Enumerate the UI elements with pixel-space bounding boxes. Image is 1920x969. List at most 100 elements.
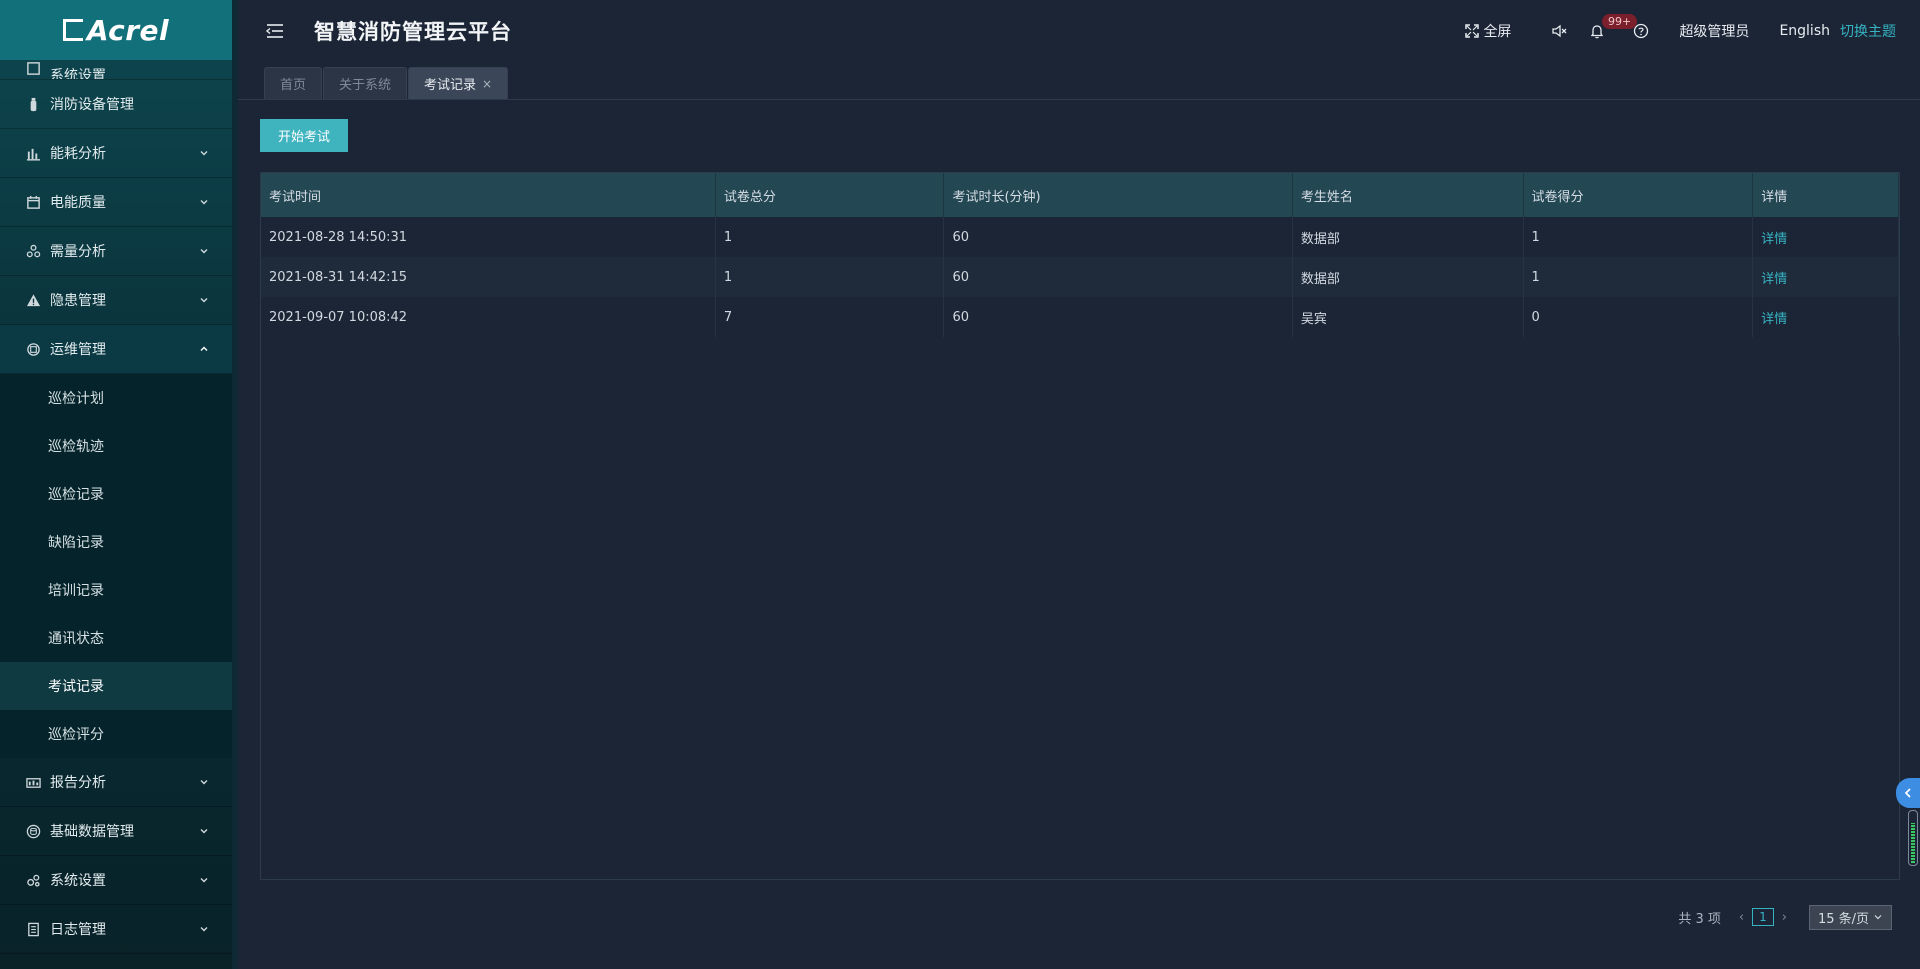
chevron-left-icon (1904, 788, 1911, 798)
sidebar-subitem-inspection-score[interactable]: 巡检评分 (0, 710, 232, 758)
cell-score: 1 (1523, 217, 1754, 257)
sidebar-subitem-defect-record[interactable]: 缺陷记录 (0, 518, 232, 566)
cell-score: 1 (1523, 257, 1754, 297)
sidebar-subitem-inspection-plan[interactable]: 巡检计划 (0, 374, 232, 422)
sidebar-item-label: 基础数据管理 (50, 824, 134, 840)
close-icon[interactable]: × (482, 77, 492, 91)
sidebar-subitem-training-record[interactable]: 培训记录 (0, 566, 232, 614)
level-indicator-fill (1911, 822, 1915, 863)
bar-chart-icon (24, 144, 42, 162)
logo: Acrel (0, 0, 232, 60)
start-exam-button[interactable]: 开始考试 (260, 119, 348, 152)
detail-link[interactable]: 详情 (1752, 217, 1899, 257)
column-header-detail: 详情 (1752, 173, 1899, 217)
warning-icon (24, 291, 42, 309)
menu-collapse-icon[interactable] (264, 20, 286, 42)
side-panel-toggle-button[interactable] (1896, 778, 1920, 808)
page-size-value: 15 条/页 (1817, 911, 1869, 927)
cell-exam-time: 2021-08-31 14:42:15 (261, 257, 716, 297)
acrel-logo-mark-icon (62, 19, 83, 41)
column-header-duration: 考试时长(分钟) (943, 173, 1293, 217)
sidebar: Acrel 系统设置 消防设备管理 能耗分析 电能质量 需量分析 隐患管理 运维… (0, 0, 238, 969)
speaker-mute-icon (1552, 24, 1567, 38)
fullscreen-label: 全屏 (1483, 24, 1512, 40)
user-name[interactable]: 超级管理员 (1679, 21, 1749, 41)
prev-page-icon[interactable]: ‹ (1739, 910, 1744, 925)
sidebar-item-hazard[interactable]: 隐患管理 (0, 276, 232, 325)
sidebar-item-demand[interactable]: 需量分析 (0, 227, 232, 276)
detail-link[interactable]: 详情 (1752, 297, 1899, 337)
exam-record-table: 考试时间 试卷总分 考试时长(分钟) 考生姓名 试卷得分 详情 2021-08-… (260, 172, 1900, 880)
sidebar-item-partial[interactable]: 系统设置 (0, 60, 232, 80)
chevron-up-icon (200, 346, 208, 351)
chevron-down-icon (200, 780, 208, 785)
fullscreen-icon (1465, 24, 1480, 38)
tab-label: 关于系统 (339, 78, 392, 93)
column-header-total-score: 试卷总分 (715, 173, 945, 217)
sidebar-subitem-communication-status[interactable]: 通讯状态 (0, 614, 232, 662)
tab-home[interactable]: 首页 (264, 67, 323, 99)
pagination: 共 3 项 ‹ 1 › 15 条/页 (1678, 904, 1892, 930)
maintenance-submenu: 巡检计划 巡检轨迹 巡检记录 缺陷记录 培训记录 通讯状态 考试记录 巡检评分 (0, 374, 232, 758)
maintenance-icon (24, 340, 42, 358)
sidebar-item-label: 系统设置 (50, 68, 106, 80)
sidebar-item-system-settings[interactable]: 系统设置 (0, 856, 232, 905)
sidebar-subitem-inspection-record[interactable]: 巡检记录 (0, 470, 232, 518)
language-switch[interactable]: English (1779, 23, 1830, 39)
sidebar-item-label: 需量分析 (50, 244, 106, 260)
cell-total-score: 7 (715, 297, 945, 337)
page-tabs: 首页 关于系统 考试记录 × (264, 67, 509, 99)
fire-extinguisher-icon (24, 95, 42, 113)
sidebar-item-energy[interactable]: 能耗分析 (0, 129, 232, 178)
tab-about-system[interactable]: 关于系统 (323, 67, 408, 99)
database-icon (24, 822, 42, 840)
sidebar-item-log[interactable]: 日志管理 (0, 905, 232, 954)
settings-nodes-icon (24, 871, 42, 889)
sidebar-subitem-inspection-track[interactable]: 巡检轨迹 (0, 422, 232, 470)
log-icon (24, 920, 42, 938)
tab-exam-record[interactable]: 考试记录 × (408, 67, 509, 99)
page-size-select[interactable]: 15 条/页 (1808, 904, 1892, 930)
sidebar-item-report[interactable]: 报告分析 (0, 758, 232, 807)
sidebar-item-label: 系统设置 (50, 873, 106, 889)
chevron-down-icon (200, 249, 208, 254)
nodes-icon (24, 242, 42, 260)
table-row: 2021-08-28 14:50:31 1 60 数据部 1 详情 (261, 217, 1899, 257)
mute-button[interactable] (1551, 23, 1567, 39)
cell-duration: 60 (943, 297, 1293, 337)
sidebar-item-fire-equipment[interactable]: 消防设备管理 (0, 80, 232, 129)
calendar-icon (24, 193, 42, 211)
column-header-score: 试卷得分 (1523, 173, 1754, 217)
logo-text: Acrel (86, 13, 170, 47)
detail-link[interactable]: 详情 (1752, 257, 1899, 297)
cell-exam-time: 2021-09-07 10:08:42 (261, 297, 716, 337)
chevron-down-icon (200, 298, 208, 303)
sidebar-item-base-data[interactable]: 基础数据管理 (0, 807, 232, 856)
tab-divider (238, 99, 1920, 100)
sidebar-item-label: 日志管理 (50, 922, 106, 938)
fullscreen-button[interactable]: 全屏 (1464, 21, 1511, 41)
report-icon (24, 773, 42, 791)
sidebar-item-label: 消防设备管理 (50, 97, 134, 113)
cell-duration: 60 (943, 217, 1293, 257)
sidebar-item-label: 电能质量 (50, 195, 106, 211)
app-root: Acrel 系统设置 消防设备管理 能耗分析 电能质量 需量分析 隐患管理 运维… (0, 0, 1920, 969)
column-header-candidate: 考生姓名 (1292, 173, 1524, 217)
next-page-icon[interactable]: › (1782, 910, 1787, 925)
chevron-down-icon (200, 878, 208, 883)
sidebar-item-label: 报告分析 (50, 775, 106, 791)
cell-candidate: 吴宾 (1292, 297, 1524, 337)
chevron-down-icon (1874, 915, 1882, 920)
sidebar-subitem-exam-record[interactable]: 考试记录 (0, 662, 232, 710)
page-number[interactable]: 1 (1752, 908, 1774, 926)
sidebar-item-label: 运维管理 (50, 342, 106, 358)
table-header-row: 考试时间 试卷总分 考试时长(分钟) 考生姓名 试卷得分 详情 (261, 173, 1899, 217)
sidebar-item-label: 隐患管理 (50, 293, 106, 309)
sidebar-item-power-quality[interactable]: 电能质量 (0, 178, 232, 227)
cell-total-score: 1 (715, 217, 945, 257)
chevron-down-icon (200, 200, 208, 205)
sidebar-item-maintenance[interactable]: 运维管理 (0, 325, 232, 374)
cell-candidate: 数据部 (1292, 217, 1524, 257)
theme-switch[interactable]: 切换主题 (1840, 21, 1896, 41)
chevron-down-icon (200, 151, 208, 156)
